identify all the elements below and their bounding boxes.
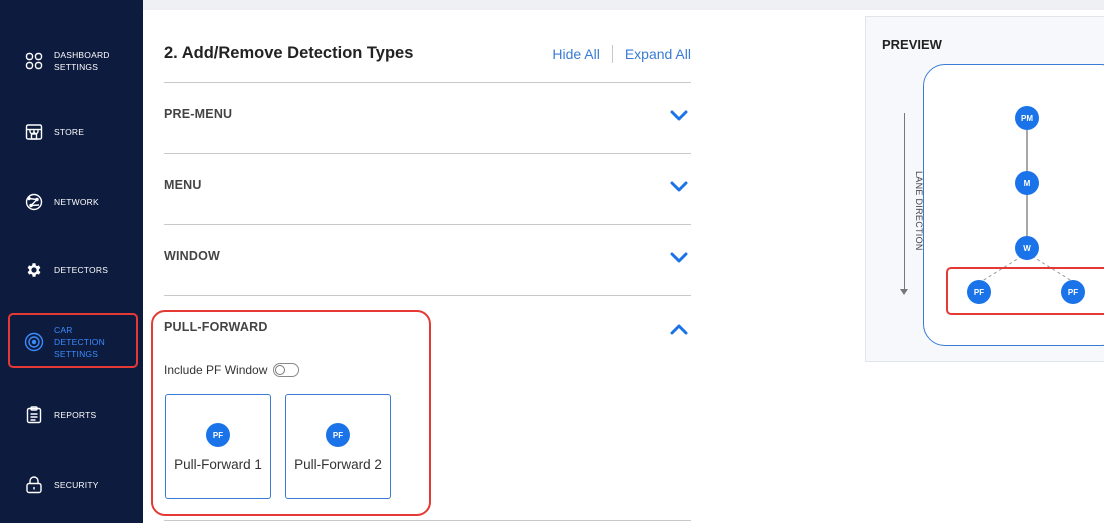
highlight-annotation-sidebar [8,313,138,368]
chevron-down-icon[interactable] [669,180,689,194]
network-icon [24,192,44,212]
accordion-menu[interactable]: MENU [164,153,691,225]
lock-icon [24,475,44,495]
sidebar-item-reports[interactable]: REPORTS [0,385,143,445]
sidebar-item-detectors[interactable]: DETECTORS [0,240,143,300]
accordion-label: WINDOW [164,249,221,263]
accordion-window[interactable]: WINDOW [164,224,691,296]
gear-icon [24,260,44,280]
accordion-label: MENU [164,178,202,192]
preview-panel: PREVIEW LANE DIRECTION PM M W PF PF [865,16,1104,362]
sidebar-item-security[interactable]: SECURITY [0,455,143,515]
sidebar: DASHBOARD SETTINGS STORE NETWORK DETECTO… [0,0,143,523]
sidebar-item-label: NETWORK [54,197,99,207]
chevron-up-icon[interactable] [669,322,689,336]
sidebar-item-label: DETECTORS [54,265,109,275]
sidebar-item-label: REPORTS [54,410,97,420]
accordion-pre-menu[interactable]: PRE-MENU [164,82,691,154]
chevron-down-icon[interactable] [669,109,689,123]
accordion-label: PRE-MENU [164,107,233,121]
app-root: DASHBOARD SETTINGS STORE NETWORK DETECTO… [0,0,1104,523]
top-strip [143,0,1104,10]
accordion-controls: Hide All Expand All [552,45,691,63]
store-icon [24,122,44,142]
highlight-annotation-pull-forward [151,310,431,516]
node-window: W [1015,236,1039,260]
highlight-annotation-preview [946,267,1104,315]
sidebar-item-dashboard-settings[interactable]: DASHBOARD SETTINGS [0,31,143,91]
node-pre-menu: PM [1015,106,1039,130]
node-menu: M [1015,171,1039,195]
sidebar-item-label: SECURITY [54,480,99,490]
page-title: 2. Add/Remove Detection Types [164,44,414,62]
hide-all-button[interactable]: Hide All [552,46,599,62]
chevron-down-icon[interactable] [669,251,689,265]
divider [164,520,691,521]
sidebar-item-store[interactable]: STORE [0,102,143,162]
clipboard-icon [24,405,44,425]
detection-types-panel: 2. Add/Remove Detection Types Hide All E… [143,10,855,523]
sidebar-item-network[interactable]: NETWORK [0,172,143,232]
sidebar-item-label: DASHBOARD SETTINGS [54,50,110,72]
divider [611,45,613,63]
expand-all-button[interactable]: Expand All [625,46,691,62]
dashboard-grid-icon [24,51,44,71]
sidebar-item-label: STORE [54,127,85,137]
